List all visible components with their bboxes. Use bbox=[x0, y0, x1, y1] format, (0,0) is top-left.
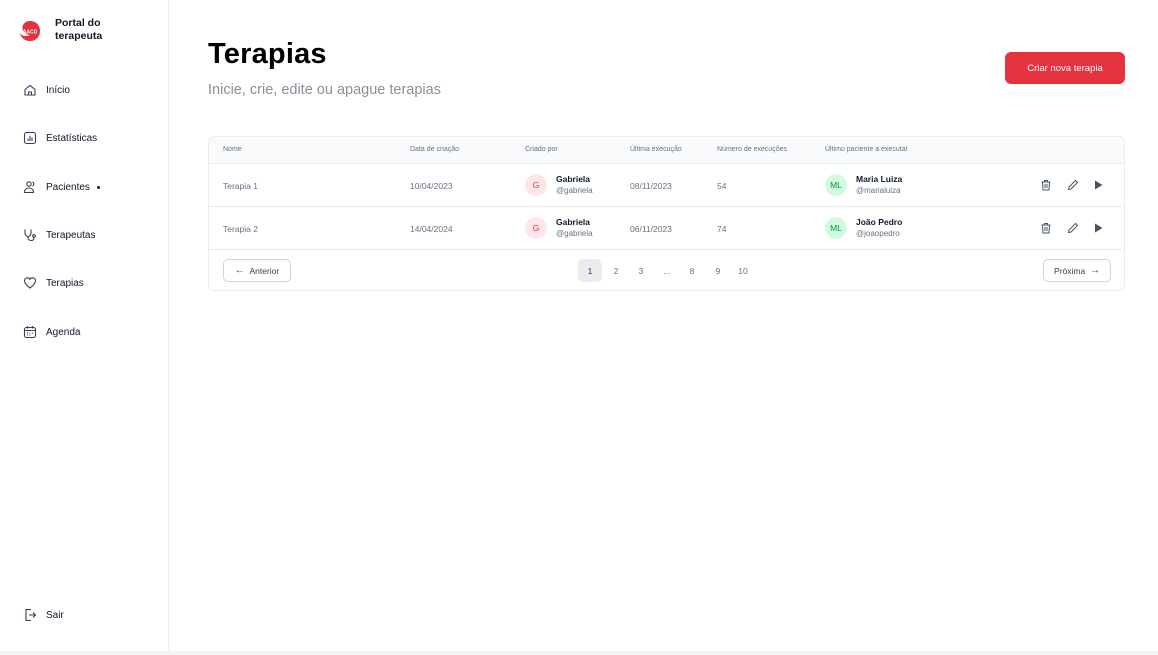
page-number[interactable]: 9 bbox=[706, 259, 730, 282]
therapy-name: Terapia 1 bbox=[223, 181, 258, 191]
svg-text:AACD: AACD bbox=[23, 30, 38, 36]
therapy-name: Terapia 2 bbox=[223, 224, 258, 234]
avatar: ML bbox=[825, 217, 847, 239]
sidebar-item-inicio[interactable]: Início bbox=[22, 82, 70, 98]
patient-name: Maria Luiza bbox=[856, 174, 903, 184]
last-run-date: 08/11/2023 bbox=[630, 181, 672, 191]
last-run-date: 06/11/2023 bbox=[630, 224, 672, 234]
patient-name: João Pedro bbox=[856, 217, 903, 227]
page-subtitle: Inicie, crie, edite ou apague terapias bbox=[208, 82, 441, 98]
sidebar-item-label: Terapias bbox=[46, 277, 84, 289]
sidebar-item-label: Pacientes bbox=[46, 181, 90, 193]
patient-handle: @joaopedro bbox=[856, 229, 900, 238]
therapies-table: Nome Data de criação Criado por Última e… bbox=[208, 136, 1125, 291]
stethoscope-icon bbox=[22, 227, 38, 243]
play-icon[interactable] bbox=[1091, 178, 1105, 192]
previous-page-button[interactable]: ← Anterior bbox=[223, 259, 291, 282]
patient-handle: @marialuiza bbox=[856, 186, 901, 195]
column-header-run-count[interactable]: Número de execuções bbox=[717, 146, 787, 153]
home-icon bbox=[22, 82, 38, 98]
calendar-icon bbox=[22, 324, 38, 340]
brand-title: Portal do terapeuta bbox=[55, 17, 103, 42]
brand[interactable]: AACD Portal do terapeuta bbox=[19, 17, 135, 43]
bottom-divider bbox=[0, 651, 1158, 655]
sidebar-item-agenda[interactable]: Agenda bbox=[22, 324, 80, 340]
sidebar-item-label: Início bbox=[46, 84, 70, 96]
page-number[interactable]: 2 bbox=[604, 259, 628, 282]
logout-icon bbox=[22, 607, 38, 623]
sidebar-item-label: Terapeutas bbox=[46, 229, 96, 241]
arrow-right-icon: → bbox=[1089, 265, 1100, 276]
sidebar-item-pacientes[interactable]: Pacientes bbox=[22, 179, 100, 195]
column-header-creator[interactable]: Criado por bbox=[525, 146, 558, 153]
creator-handle: @gabriela bbox=[556, 229, 593, 238]
arrow-left-icon: ← bbox=[234, 265, 245, 276]
logout-button[interactable]: Sair bbox=[22, 607, 64, 623]
table-header: Nome Data de criação Criado por Última e… bbox=[209, 137, 1124, 164]
table-row[interactable]: Terapia 2 14/04/2024 G Gabriela @gabriel… bbox=[209, 207, 1124, 250]
creator-name: Gabriela bbox=[556, 174, 591, 184]
column-header-last-run[interactable]: Última execução bbox=[630, 146, 682, 153]
page-ellipsis: ... bbox=[663, 265, 671, 276]
edit-icon[interactable] bbox=[1066, 178, 1080, 192]
next-page-button[interactable]: Próxima → bbox=[1043, 259, 1111, 282]
column-header-created[interactable]: Data de criação bbox=[410, 146, 459, 153]
heart-icon bbox=[22, 275, 38, 291]
aacd-logo: AACD bbox=[20, 21, 40, 41]
page-number[interactable]: 10 bbox=[731, 259, 755, 282]
create-therapy-button[interactable]: Criar nova terapia bbox=[1005, 52, 1125, 84]
run-count: 54 bbox=[717, 181, 727, 191]
sidebar: AACD Portal do terapeuta Início Estatíst… bbox=[0, 0, 169, 655]
column-header-last-patient[interactable]: Último paciente a executar bbox=[825, 146, 908, 153]
page-number[interactable]: 1 bbox=[578, 259, 602, 282]
table-row[interactable]: Terapia 1 10/04/2023 G Gabriela @gabriel… bbox=[209, 164, 1124, 207]
delete-icon[interactable] bbox=[1039, 221, 1053, 235]
play-icon[interactable] bbox=[1091, 221, 1105, 235]
creator-name: Gabriela bbox=[556, 217, 591, 227]
creation-date: 14/04/2024 bbox=[410, 224, 453, 234]
page-title: Terapias bbox=[208, 38, 327, 70]
run-count: 74 bbox=[717, 224, 727, 234]
delete-icon[interactable] bbox=[1039, 178, 1053, 192]
sidebar-item-estatisticas[interactable]: Estatísticas bbox=[22, 130, 97, 146]
logout-label: Sair bbox=[46, 609, 64, 621]
edit-icon[interactable] bbox=[1066, 221, 1080, 235]
creator-handle: @gabriela bbox=[556, 186, 593, 195]
notification-dot bbox=[96, 185, 100, 189]
column-header-name[interactable]: Nome bbox=[223, 146, 242, 153]
users-icon bbox=[22, 179, 38, 195]
avatar: G bbox=[525, 217, 547, 239]
page-number[interactable]: 8 bbox=[680, 259, 704, 282]
sidebar-item-label: Estatísticas bbox=[46, 132, 98, 144]
sidebar-item-terapias[interactable]: Terapias bbox=[22, 275, 84, 291]
next-label: Próxima bbox=[1054, 265, 1086, 276]
chart-icon bbox=[22, 130, 38, 146]
creation-date: 10/04/2023 bbox=[410, 181, 453, 191]
avatar: ML bbox=[825, 174, 847, 196]
sidebar-item-terapeutas[interactable]: Terapeutas bbox=[22, 227, 95, 243]
sidebar-item-label: Agenda bbox=[46, 326, 81, 338]
avatar: G bbox=[525, 174, 547, 196]
previous-label: Anterior bbox=[249, 265, 280, 276]
page-number[interactable]: 3 bbox=[629, 259, 653, 282]
